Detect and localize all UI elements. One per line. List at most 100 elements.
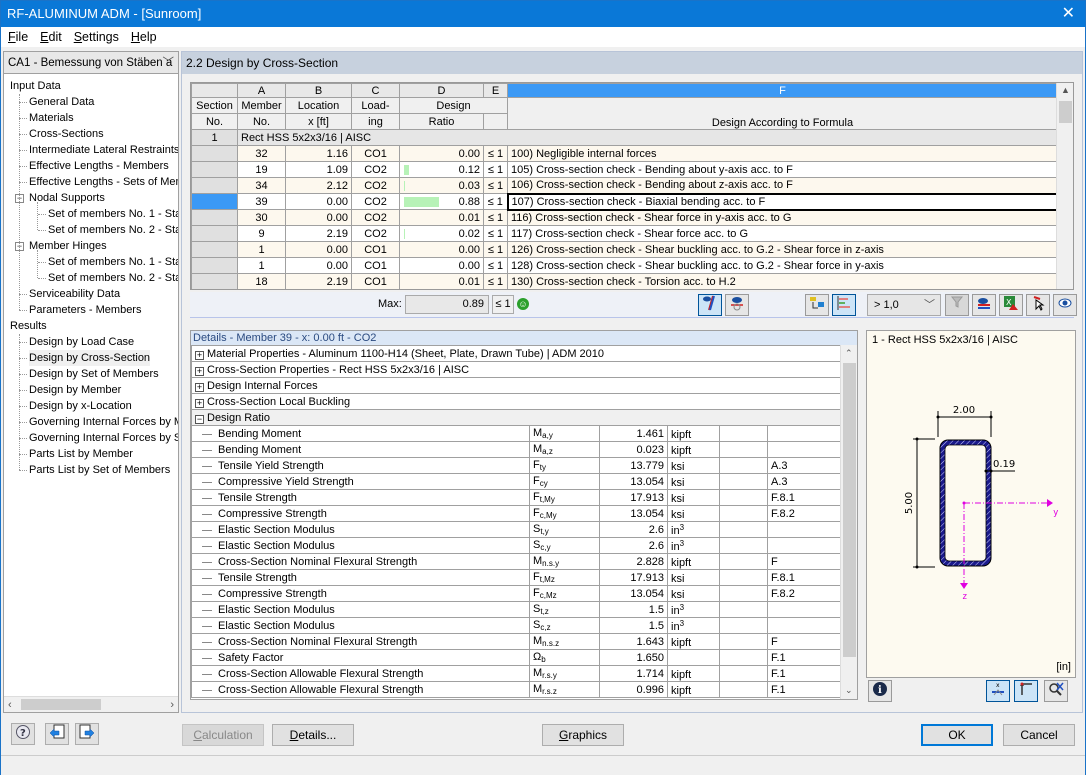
- scroll-down-icon[interactable]: ⌄: [845, 685, 853, 696]
- table-row[interactable]: 1 0.00 CO1 0.00 ≤ 1 126) Cross-section check …: [191, 241, 1058, 258]
- row-header[interactable]: [191, 257, 238, 274]
- cell-location[interactable]: 0.00: [285, 241, 352, 258]
- details-row[interactable]: Tensile Strength Ft,Mz 17.913 ksi F.8.1: [191, 569, 843, 586]
- tree-item[interactable]: Design by Cross-Section: [29, 350, 151, 366]
- row-header[interactable]: [191, 209, 238, 226]
- menu-settings[interactable]: Settings: [69, 27, 124, 47]
- cell-ratio[interactable]: 0.02: [399, 225, 484, 242]
- relation-button[interactable]: [805, 294, 829, 316]
- cell-member[interactable]: 34: [237, 177, 286, 194]
- tree-item[interactable]: Design by x-Location: [29, 398, 132, 414]
- show-member-result-button[interactable]: [725, 294, 749, 316]
- details-row[interactable]: Bending Moment Ma,y 1.461 kipft: [191, 425, 843, 442]
- details-row[interactable]: Compressive Strength Fc,Mz 13.054 ksi F.8.2: [191, 585, 843, 602]
- section-row[interactable]: 1 Rect HSS 5x2x3/16 | AISC: [191, 129, 1058, 146]
- cell-ratio[interactable]: 0.12: [399, 161, 484, 178]
- select-in-model-button[interactable]: [1026, 294, 1050, 316]
- details-row[interactable]: Tensile Strength Ft,My 17.913 ksi F.8.1: [191, 489, 843, 506]
- row-header[interactable]: [191, 177, 238, 194]
- previous-window-button[interactable]: [45, 723, 69, 745]
- cell-location[interactable]: 0.00: [285, 209, 352, 226]
- tree-item[interactable]: Set of members No. 1 - Sta: [48, 254, 178, 270]
- cell-loading[interactable]: CO1: [351, 273, 400, 289]
- table-row[interactable]: 9 2.19 CO2 0.02 ≤ 1 117) Cross-section check …: [191, 225, 1058, 242]
- cell-ratio[interactable]: 0.00: [399, 241, 484, 258]
- color-scale-button[interactable]: [972, 294, 996, 316]
- col-letter-a[interactable]: A: [237, 83, 286, 98]
- cell-formula[interactable]: 130) Cross-section check - Torsion acc. …: [507, 273, 1058, 289]
- cell-member[interactable]: 19: [237, 161, 286, 178]
- details-vertical-scrollbar[interactable]: ⌃ ⌄: [840, 345, 857, 699]
- view-button[interactable]: [1053, 294, 1077, 316]
- tree-item[interactable]: General Data: [29, 94, 94, 110]
- tree-item[interactable]: Parameters - Members: [29, 302, 141, 318]
- scrollbar-thumb[interactable]: [21, 699, 101, 710]
- row-header[interactable]: [191, 241, 238, 258]
- details-row[interactable]: Cross-Section Allowable Flexural Strengt…: [191, 681, 843, 698]
- cell-member[interactable]: 9: [237, 225, 286, 242]
- cell-formula[interactable]: 100) Negligible internal forces: [507, 145, 1058, 162]
- cell-loading[interactable]: CO2: [351, 209, 400, 226]
- details-row[interactable]: Elastic Section Modulus St,z 1.5 in3: [191, 601, 843, 618]
- table-row[interactable]: 39 0.00 CO2 0.88 ≤ 1 107) Cross-section check…: [191, 192, 1059, 211]
- close-icon[interactable]: ✕: [1062, 1, 1075, 27]
- cell-loading[interactable]: CO2: [351, 177, 400, 194]
- tree-item[interactable]: Cross-Sections: [29, 126, 104, 142]
- table-row[interactable]: 32 1.16 CO1 0.00 ≤ 1 100) Negligible internal…: [191, 145, 1058, 162]
- details-row[interactable]: Bending Moment Ma,z 0.023 kipft: [191, 441, 843, 458]
- cell-location[interactable]: 1.16: [285, 145, 352, 162]
- cell-member[interactable]: 18: [237, 273, 286, 289]
- tree-item[interactable]: Governing Internal Forces by Member: [29, 414, 178, 430]
- cell-formula[interactable]: 106) Cross-section check - Bending about…: [507, 177, 1058, 194]
- table-row[interactable]: 34 2.12 CO2 0.03 ≤ 1 106) Cross-section check…: [191, 177, 1058, 194]
- show-axes-button[interactable]: [1014, 680, 1038, 702]
- tree-item[interactable]: Materials: [29, 110, 74, 126]
- tree-item[interactable]: Intermediate Lateral Restraints: [29, 142, 178, 158]
- col-letter-f[interactable]: F: [507, 83, 1058, 98]
- tree-item[interactable]: Effective Lengths - Members: [29, 158, 169, 174]
- col-letter-b[interactable]: B: [285, 83, 352, 98]
- table-row[interactable]: 18 2.19 CO1 0.01 ≤ 1 130) Cross-section check…: [191, 273, 1058, 289]
- cell-formula[interactable]: 107) Cross-section check - Biaxial bendi…: [506, 192, 1059, 211]
- calculation-button[interactable]: Calculation: [182, 724, 264, 746]
- filter-dropdown[interactable]: > 1,0 ﹀: [867, 294, 941, 316]
- scroll-right-icon[interactable]: ›: [170, 697, 174, 713]
- cell-ratio[interactable]: 0.03: [399, 177, 484, 194]
- cell-formula[interactable]: 105) Cross-section check - Bending about…: [507, 161, 1058, 178]
- tree-item[interactable]: Set of members No. 1 - Sta: [48, 206, 178, 222]
- details-row[interactable]: Elastic Section Modulus Sc,y 2.6 in3: [191, 537, 843, 554]
- details-row[interactable]: Compressive Strength Fc,My 13.054 ksi F.8.2: [191, 505, 843, 522]
- row-header[interactable]: [191, 193, 238, 210]
- ok-button[interactable]: OK: [921, 724, 993, 746]
- cell-loading[interactable]: CO1: [351, 257, 400, 274]
- details-button[interactable]: Details...: [272, 724, 354, 746]
- row-header[interactable]: [191, 161, 238, 178]
- reset-view-button[interactable]: [1044, 680, 1068, 702]
- cell-formula[interactable]: 116) Cross-section check - Shear force i…: [507, 209, 1058, 226]
- tree-item[interactable]: Parts List by Member: [29, 446, 133, 462]
- show-result-diagram-button[interactable]: [698, 294, 722, 316]
- cell-location[interactable]: 0.00: [285, 257, 352, 274]
- info-button[interactable]: i: [868, 680, 892, 702]
- show-dimensions-button[interactable]: x: [986, 680, 1010, 702]
- details-group[interactable]: + Cross-Section Local Buckling: [191, 393, 843, 410]
- row-header[interactable]: [191, 273, 238, 289]
- cell-ratio[interactable]: 0.88: [399, 193, 484, 210]
- details-group[interactable]: − Design Ratio: [191, 409, 843, 426]
- cell-ratio[interactable]: 0.01: [399, 209, 484, 226]
- details-row[interactable]: Safety Factor Ωb 1.650 F.1: [191, 649, 843, 666]
- tree-item[interactable]: Parts List by Set of Members: [29, 462, 170, 478]
- cell-location[interactable]: 2.19: [285, 273, 352, 289]
- cell-location[interactable]: 1.09: [285, 161, 352, 178]
- table-row[interactable]: 1 0.00 CO1 0.00 ≤ 1 128) Cross-section check …: [191, 257, 1058, 274]
- details-row[interactable]: Cross-Section Nominal Flexural Strength M…: [191, 633, 843, 650]
- details-row[interactable]: Cross-Section Allowable Flexural Strengt…: [191, 665, 843, 682]
- tree-item-member-hinges[interactable]: Member Hinges: [29, 238, 107, 254]
- cell-loading[interactable]: CO2: [351, 193, 400, 210]
- expand-icon[interactable]: +: [195, 382, 204, 392]
- cell-loading[interactable]: CO2: [351, 225, 400, 242]
- details-row[interactable]: Compressive Yield Strength Fcy 13.054 ksi A.…: [191, 473, 843, 490]
- cell-ratio[interactable]: 0.00: [399, 145, 484, 162]
- tree-item[interactable]: Set of members No. 2 - Sta: [48, 270, 178, 286]
- filter-button[interactable]: [945, 294, 969, 316]
